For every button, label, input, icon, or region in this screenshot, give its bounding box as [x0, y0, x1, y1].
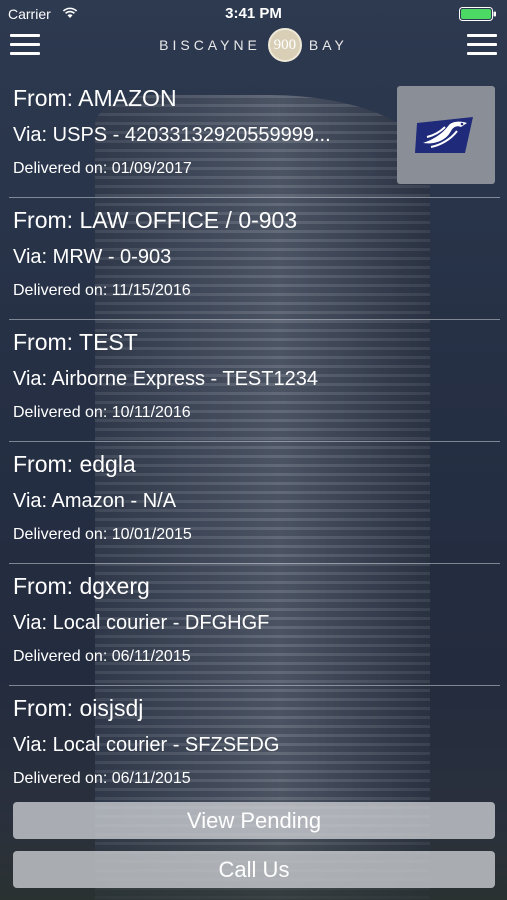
package-delivered-date: Delivered on: 11/15/2016: [13, 282, 191, 299]
package-via: Via: Local courier - SFZSEDG: [13, 734, 280, 756]
package-row[interactable]: From: edgla Via: Amazon - N/A Delivered …: [0, 442, 507, 564]
package-delivered-date: Delivered on: 06/11/2015: [13, 770, 191, 787]
usps-eagle-icon: [397, 86, 495, 184]
package-list: From: AMAZON Via: USPS - 420331329205599…: [0, 76, 507, 808]
brand-badge: 900: [267, 28, 302, 62]
package-via: Via: Airborne Express - TEST1234: [13, 368, 318, 390]
call-us-button[interactable]: Call Us: [13, 851, 495, 888]
brand-word-right: BAY: [308, 37, 348, 53]
package-via: Via: MRW - 0-903: [13, 246, 172, 268]
package-delivered-date: Delivered on: 01/09/2017: [13, 160, 192, 177]
package-from: From: LAW OFFICE / 0-903: [13, 207, 298, 233]
brand-logo: BISCAYNE 900 BAY: [0, 28, 507, 62]
package-row[interactable]: From: AMAZON Via: USPS - 420331329205599…: [0, 76, 507, 198]
package-row[interactable]: From: LAW OFFICE / 0-903 Via: MRW - 0-90…: [0, 198, 507, 320]
menu-right-icon[interactable]: [467, 31, 497, 57]
package-via: Via: Amazon - N/A: [13, 490, 177, 512]
package-from: From: oisjsdj: [13, 695, 144, 721]
status-bar: Carrier 3:41 PM: [0, 0, 507, 28]
package-delivered-date: Delivered on: 10/11/2016: [13, 404, 191, 421]
battery-icon: [459, 7, 496, 21]
package-via: Via: USPS - 42033132920559999...: [13, 124, 331, 146]
view-pending-button[interactable]: View Pending: [13, 802, 495, 839]
package-row[interactable]: From: oisjsdj Via: Local courier - SFZSE…: [0, 686, 507, 808]
package-row[interactable]: From: dgxerg Via: Local courier - DFGHGF…: [0, 564, 507, 686]
package-delivered-date: Delivered on: 10/01/2015: [13, 526, 192, 543]
navigation-bar: BISCAYNE 900 BAY: [0, 28, 507, 62]
package-from: From: edgla: [13, 451, 136, 477]
package-row[interactable]: From: TEST Via: Airborne Express - TEST1…: [0, 320, 507, 442]
package-from: From: AMAZON: [13, 85, 177, 111]
package-via: Via: Local courier - DFGHGF: [13, 612, 270, 634]
package-from: From: dgxerg: [13, 573, 150, 599]
brand-word-left: BISCAYNE: [159, 37, 261, 53]
status-time: 3:41 PM: [225, 5, 282, 22]
package-delivered-date: Delivered on: 06/11/2015: [13, 648, 191, 665]
package-from: From: TEST: [13, 329, 138, 355]
